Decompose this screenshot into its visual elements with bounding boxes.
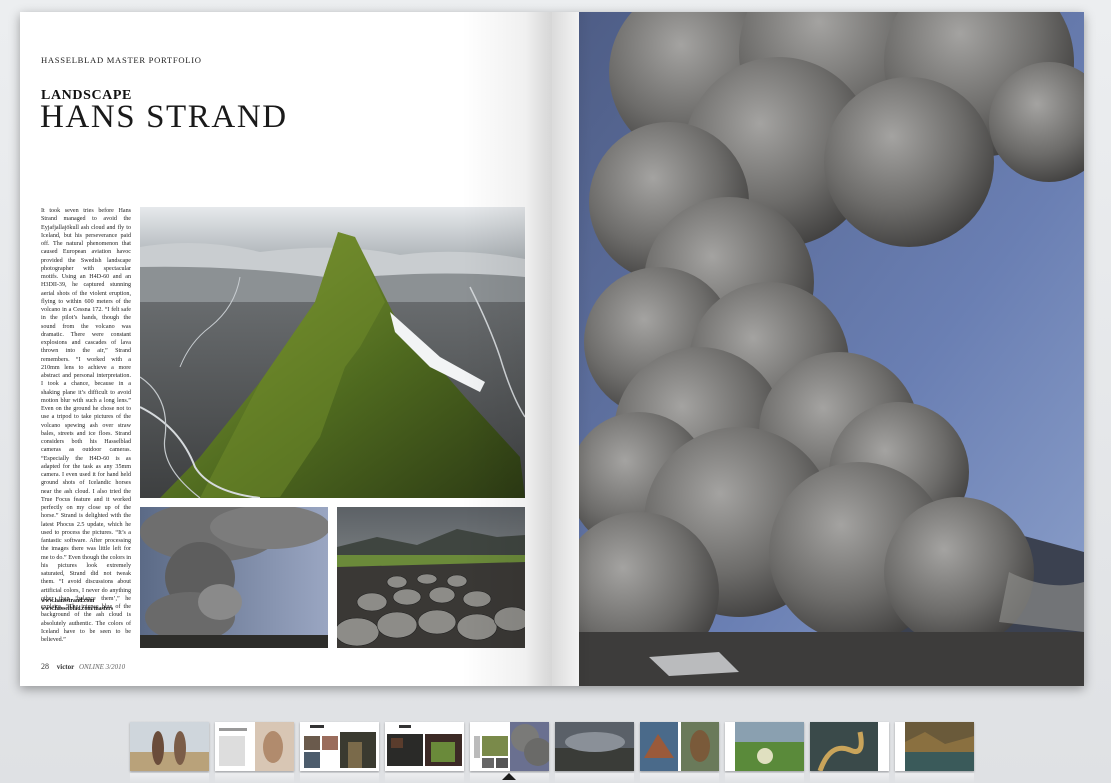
thumbnail-spread-2[interactable] <box>215 722 294 771</box>
article-links: www.hansstrand.com www.hasselblad.com/ma… <box>41 597 113 613</box>
thumbnail-spread-7[interactable] <box>640 722 719 771</box>
thumbnail-spread-9[interactable] <box>810 722 889 771</box>
thumbnail-spread-10[interactable] <box>895 722 974 771</box>
thumbnail-reflection <box>300 773 379 783</box>
thumbnail-reflection <box>725 773 804 783</box>
thumbnail-spread-4[interactable] <box>385 722 464 771</box>
thumbnail-reflection <box>215 773 294 783</box>
ash-cloud-photo <box>140 507 328 648</box>
portfolio-kicker: HASSELBLAD MASTER PORTFOLIO <box>41 55 202 65</box>
thumbnail-reflection <box>895 773 974 783</box>
thumbnail-spread-1[interactable] <box>130 722 209 771</box>
thumbnail-spread-5[interactable] <box>470 722 549 771</box>
thumbnail-filmstrip <box>0 712 1111 783</box>
magazine-spread[interactable]: HASSELBLAD MASTER PORTFOLIO LANDSCAPE HA… <box>20 12 1084 686</box>
thumbnail-reflection <box>640 773 719 783</box>
thumbnail-reflection <box>555 773 634 783</box>
thumbnail-spread-6[interactable] <box>555 722 634 771</box>
masters-link[interactable]: www.hasselblad.com/masters <box>41 605 113 613</box>
lava-field-photo <box>337 507 525 648</box>
current-page-marker-icon <box>502 773 516 780</box>
thumbnail-reflection <box>130 773 209 783</box>
left-page[interactable]: HASSELBLAD MASTER PORTFOLIO LANDSCAPE HA… <box>20 12 552 686</box>
author-title: HANS STRAND <box>40 99 288 135</box>
page-number: 28 <box>41 662 49 671</box>
thumbnail-reflection <box>810 773 889 783</box>
volcano-eruption-photo <box>579 12 1084 686</box>
thumbnail-reflection <box>385 773 464 783</box>
article-body: It took seven tries before Hans Strand m… <box>41 208 131 643</box>
website-link[interactable]: www.hansstrand.com <box>41 597 113 605</box>
thumbnail-spread-8[interactable] <box>725 722 804 771</box>
magazine-viewer: HASSELBLAD MASTER PORTFOLIO LANDSCAPE HA… <box>0 0 1111 783</box>
right-page[interactable] <box>552 12 1084 686</box>
thumbnail-spread-3[interactable] <box>300 722 379 771</box>
magazine-brand: victor <box>56 663 75 671</box>
mountain-aerial-photo <box>140 207 525 498</box>
issue-label: ONLINE 3/2010 <box>79 663 126 671</box>
page-folio: 28 victor ONLINE 3/2010 <box>41 662 125 671</box>
